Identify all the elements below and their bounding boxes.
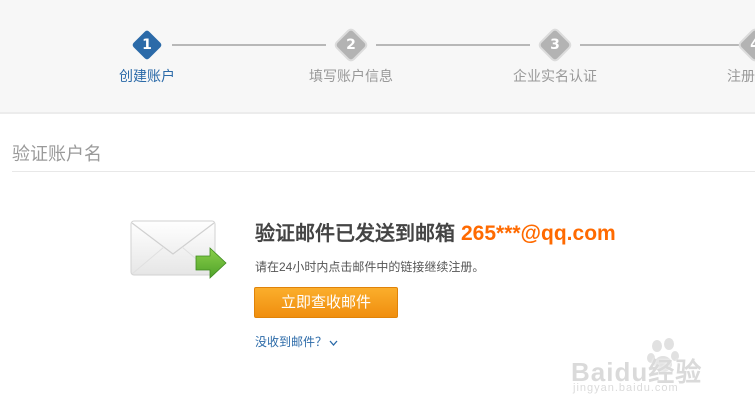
step-label: 填写账户信息: [309, 68, 393, 84]
no-mail-received-link[interactable]: 没收到邮件？: [255, 333, 338, 352]
step-label: 企业实名认证: [513, 68, 597, 84]
section-divider: [12, 171, 755, 172]
check-email-button[interactable]: 立即查收邮件: [254, 287, 398, 318]
step-number: 1: [142, 37, 152, 53]
step-fill-account-info: 2 填写账户信息: [291, 0, 411, 114]
verification-sent-text: 验证邮件已发送到邮箱: [255, 223, 455, 245]
step-enterprise-verification: 3 企业实名认证: [495, 0, 615, 114]
watermark-url: jingyan.baidu.com: [573, 382, 679, 394]
baidu-jingyan-watermark: Baidu经验 jingyan.baidu.com: [571, 334, 751, 398]
verification-hint: 请在24小时内点击邮件中的链接继续注册。: [255, 260, 485, 274]
envelope-sent-icon: [130, 220, 228, 282]
email-address: 265***@qq.com: [461, 222, 616, 245]
step-number: 4: [695, 35, 755, 55]
step-create-account: 1 创建账户: [87, 0, 207, 114]
verification-sent-title: 验证邮件已发送到邮箱 265***@qq.com: [255, 220, 616, 248]
chevron-down-icon: [329, 334, 338, 352]
step-registration-complete: 4 注册成功: [695, 0, 755, 114]
step-number: 2: [346, 37, 356, 53]
progress-steps-bar: 1 创建账户 2 填写账户信息 3 企业实名认证 4 注册成功: [0, 0, 755, 114]
no-mail-link-text: 没收到邮件？: [255, 335, 328, 349]
step-label: 注册成功: [727, 68, 755, 84]
step-label: 创建账户: [119, 68, 175, 84]
section-title: 验证账户名: [12, 144, 102, 164]
step-number: 3: [550, 37, 560, 53]
